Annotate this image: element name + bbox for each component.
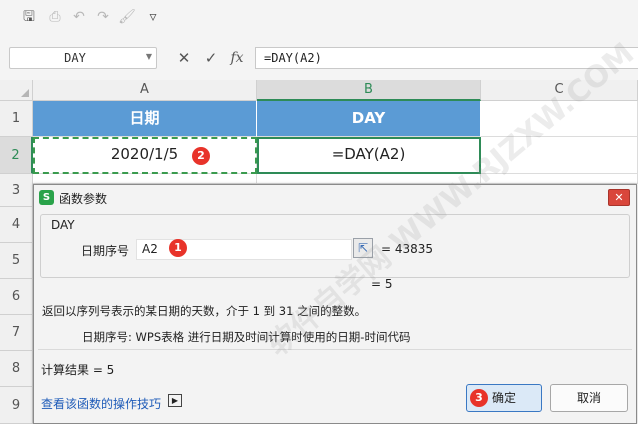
wps-logo-icon: S [39,190,54,205]
name-box-value: DAY [64,51,86,65]
row-header-9[interactable]: 9 [0,387,33,424]
calculation-result: 计算结果 = 5 [41,363,115,377]
serial-number-value: A2 [142,242,158,256]
argument-group: DAY 日期序号 A2 1 ⇱ = 43835 [40,214,630,278]
chevron-down-icon[interactable]: ▼ [146,52,152,61]
cell-b3[interactable] [257,174,481,184]
dialog-title-bar[interactable]: S 函数参数 ✕ [34,185,636,210]
row-header-5[interactable]: 5 [0,243,33,279]
cancel-button[interactable]: 取消 [550,384,628,412]
print-preview-icon[interactable]: ⎙ [46,8,64,26]
formula-input[interactable]: =DAY(A2) [255,47,638,69]
customize-toolbar-icon[interactable]: ▿ [144,8,162,26]
undo-icon[interactable]: ↶ [70,8,88,26]
insert-function-icon[interactable]: fx [228,48,246,68]
step-badge-2: 2 [192,147,210,165]
dialog-title: 函数参数 [59,192,108,206]
save-icon[interactable]: 🖫 [20,8,38,26]
row-header-1[interactable]: 1 [0,101,33,137]
row-header-3[interactable]: 3 [0,174,33,207]
argument-description: 日期序号: WPS表格 进行日期及时间计算时使用的日期-时间代码 [82,330,411,344]
row-header-4[interactable]: 4 [0,207,33,243]
quick-access-toolbar: 🖫 ⎙ ↶ ↷ 🖌 ▿ [0,0,638,34]
serial-number-label: 日期序号 [81,244,130,258]
confirm-formula-icon[interactable]: ✓ [202,48,220,68]
function-name: DAY [51,218,75,232]
cell-a1[interactable]: 日期 [33,101,257,137]
close-button[interactable]: ✕ [608,189,630,206]
cancel-formula-icon[interactable]: ✕ [175,48,193,68]
cell-b1[interactable]: DAY [257,101,481,137]
cell-c1[interactable] [481,101,638,137]
formula-text: =DAY(A2) [264,51,322,65]
cell-c3[interactable] [481,174,638,184]
redo-icon[interactable]: ↷ [94,8,112,26]
row-header-8[interactable]: 8 [0,351,33,387]
function-tips-link[interactable]: 查看该函数的操作技巧 [41,395,161,412]
collapse-dialog-icon[interactable]: ⇱ [353,238,373,258]
row-header-2[interactable]: 2 [0,137,33,174]
argument-value: = 43835 [381,242,434,256]
video-icon[interactable]: ▶ [168,394,182,407]
cell-a2[interactable]: 2020/1/5 [33,137,257,174]
function-arguments-dialog: S 函数参数 ✕ DAY 日期序号 A2 1 ⇱ = 43835 = 5 返回以… [33,184,637,424]
row-header-7[interactable]: 7 [0,315,33,351]
column-header-a[interactable]: A [33,80,257,101]
formula-bar: DAY ▼ ✕ ✓ fx =DAY(A2) [0,34,638,80]
cell-a3[interactable] [33,174,257,184]
name-box[interactable]: DAY ▼ [9,47,157,69]
step-badge-3: 3 [470,389,488,407]
column-header-b[interactable]: B [257,80,481,101]
function-result: = 5 [371,277,393,291]
step-badge-1: 1 [169,239,187,257]
function-description: 返回以序列号表示的某日期的天数，介于 1 到 31 之间的整数。 [42,304,367,318]
divider [38,349,632,350]
format-painter-icon[interactable]: 🖌 [118,8,136,26]
column-header-c[interactable]: C [481,80,638,101]
cell-b2[interactable]: =DAY(A2) [257,137,481,174]
row-header-6[interactable]: 6 [0,279,33,315]
select-all-corner[interactable] [0,80,33,101]
cell-c2[interactable] [481,137,638,174]
